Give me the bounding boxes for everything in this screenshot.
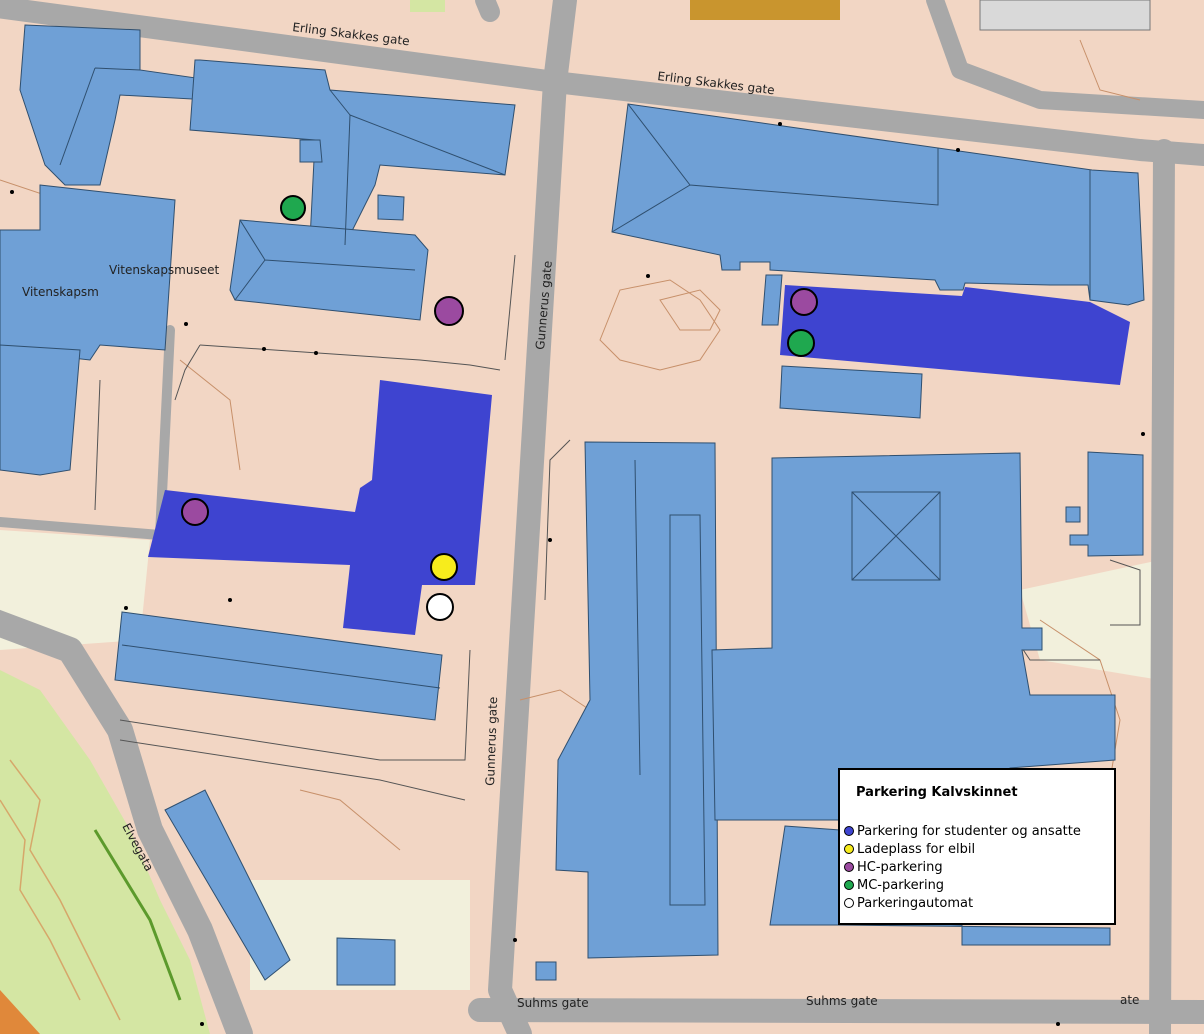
map-legend: Parkering Kalvskinnet Parkering for stud… bbox=[838, 768, 1116, 925]
legend-dot-icon bbox=[844, 880, 854, 890]
building-small-ne bbox=[761, 274, 783, 326]
point-feature bbox=[200, 1022, 204, 1026]
point-feature bbox=[314, 351, 318, 355]
block-top-orange bbox=[690, 0, 840, 20]
legend-item-parking-meter: Parkeringautomat bbox=[844, 894, 1081, 912]
legend-item-hc-parking: HC-parkering bbox=[844, 858, 1081, 876]
legend-label: Parkering for studenter og ansatte bbox=[857, 823, 1081, 839]
marker-mc-parking[interactable] bbox=[280, 195, 306, 221]
point-feature bbox=[10, 190, 14, 194]
legend-list: Parkering for studenter og ansatte Ladep… bbox=[844, 822, 1081, 912]
street-label-suhms-west: Suhms gate bbox=[517, 996, 589, 1010]
marker-parking-meter[interactable] bbox=[426, 593, 454, 621]
legend-item-ev-charging: Ladeplass for elbil bbox=[844, 840, 1081, 858]
road-east-edge bbox=[1149, 139, 1175, 1034]
marker-mc-parking[interactable] bbox=[787, 329, 815, 357]
building-corner-tiny bbox=[535, 961, 557, 981]
building-small-north-2 bbox=[377, 194, 405, 221]
point-feature bbox=[646, 274, 650, 278]
legend-dot-icon bbox=[844, 826, 854, 836]
building-small-south bbox=[336, 937, 396, 986]
point-feature bbox=[1056, 1022, 1060, 1026]
point-feature bbox=[1141, 432, 1145, 436]
marker-hc-parking[interactable] bbox=[181, 498, 209, 526]
legend-item-mc-parking: MC-parkering bbox=[844, 876, 1081, 894]
building-tiny-east bbox=[1065, 506, 1081, 523]
legend-label: Parkeringautomat bbox=[857, 895, 974, 911]
marker-ev-charging[interactable] bbox=[430, 553, 458, 581]
street-label-suhms-edge: ate bbox=[1120, 993, 1139, 1007]
point-feature bbox=[548, 538, 552, 542]
legend-label: MC-parkering bbox=[857, 877, 945, 893]
point-feature bbox=[513, 938, 517, 942]
marker-hc-parking[interactable] bbox=[790, 288, 818, 316]
road-suhms bbox=[468, 998, 1204, 1024]
marker-hc-parking[interactable] bbox=[434, 296, 464, 326]
legend-label: HC-parkering bbox=[857, 859, 943, 875]
point-feature bbox=[228, 598, 232, 602]
legend-title: Parkering Kalvskinnet bbox=[856, 785, 1018, 800]
point-feature bbox=[184, 322, 188, 326]
point-feature bbox=[262, 347, 266, 351]
block-top-right-hatched bbox=[979, 0, 1151, 31]
legend-dot-icon bbox=[844, 898, 854, 908]
place-label-vitenskapsmuseet: Vitenskapsmuseet bbox=[109, 263, 219, 277]
point-feature bbox=[778, 122, 782, 126]
block-top-green bbox=[410, 0, 445, 12]
building-vitenskapsmuseet-west bbox=[0, 344, 81, 476]
legend-dot-icon bbox=[844, 844, 854, 854]
point-feature bbox=[124, 606, 128, 610]
place-label-vitenskapsm: Vitenskapsm bbox=[22, 285, 99, 299]
road-top-middle bbox=[475, 0, 500, 22]
legend-dot-icon bbox=[844, 862, 854, 872]
legend-item-student-staff-parking: Parkering for studenter og ansatte bbox=[844, 822, 1081, 840]
street-label-suhms-east: Suhms gate bbox=[806, 994, 878, 1008]
legend-label: Ladeplass for elbil bbox=[857, 841, 976, 857]
point-feature bbox=[956, 148, 960, 152]
building-small-north bbox=[299, 139, 323, 163]
